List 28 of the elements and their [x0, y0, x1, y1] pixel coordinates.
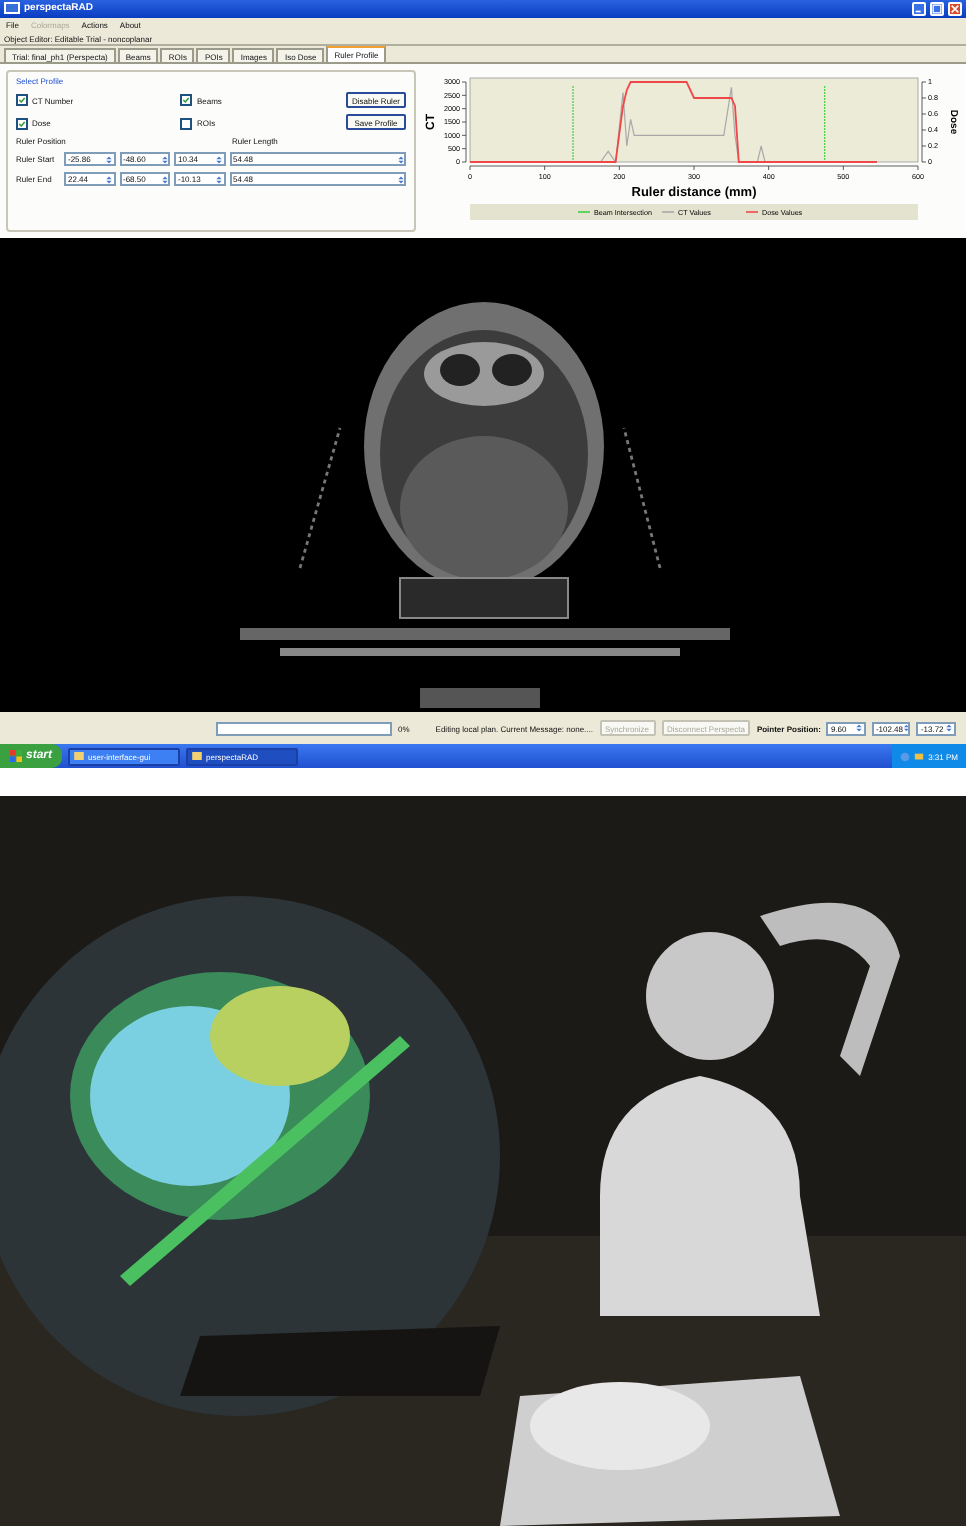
y-axis	[461, 82, 467, 164]
spinner-icon	[161, 175, 167, 184]
spinner-icon	[161, 155, 167, 164]
maximize-button[interactable]	[930, 1, 944, 16]
window-icon	[74, 752, 85, 761]
checkbox[interactable]	[180, 94, 193, 107]
window-icon	[192, 752, 203, 761]
spinner-icon	[856, 724, 863, 733]
minimize-button[interactable]	[912, 1, 926, 16]
checkbox[interactable]	[16, 117, 28, 130]
spinner-icon	[106, 175, 112, 184]
spinner-icon	[903, 724, 908, 733]
monitor-icon	[914, 751, 925, 762]
network-icon	[900, 751, 911, 762]
right-axis	[921, 82, 927, 164]
spinner-icon	[106, 155, 112, 164]
close-button[interactable]	[948, 1, 962, 16]
checkbox[interactable]	[16, 94, 28, 107]
checkbox[interactable]	[180, 117, 193, 130]
spinner-icon	[216, 155, 222, 164]
spinner-icon	[216, 175, 222, 184]
spinner-icon	[397, 155, 403, 164]
maximize-icon	[932, 3, 942, 14]
spinner-icon	[397, 175, 403, 184]
close-icon	[950, 3, 960, 14]
spinner-icon	[946, 724, 953, 733]
windows-logo-icon	[10, 750, 22, 763]
app-icon	[4, 2, 20, 15]
